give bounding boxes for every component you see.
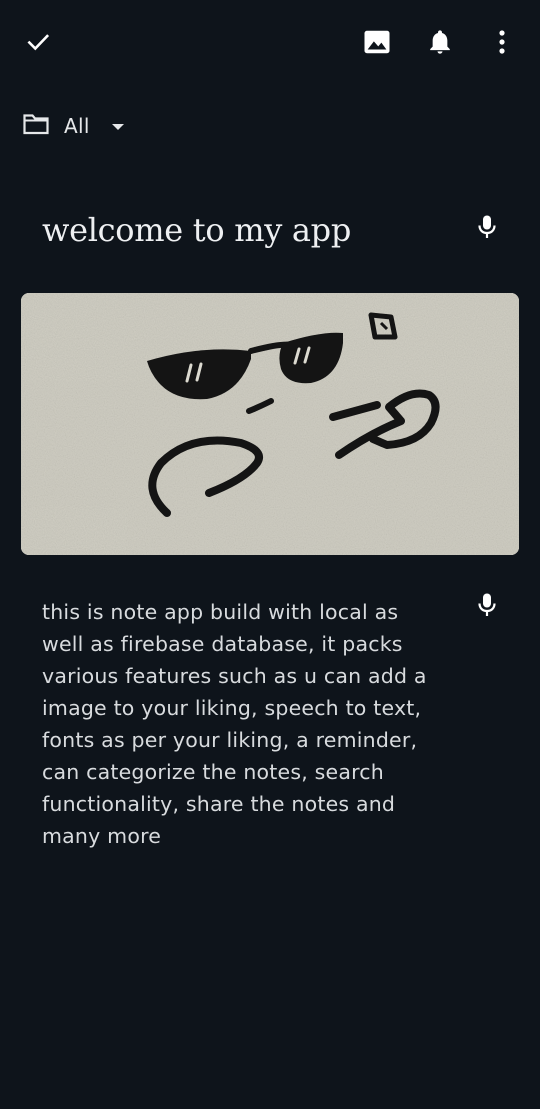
- body-mic-button[interactable]: [470, 590, 504, 624]
- folder-label: All: [64, 114, 90, 138]
- note-image[interactable]: [21, 293, 519, 555]
- folder-selector[interactable]: All: [22, 106, 126, 146]
- add-image-button[interactable]: [353, 18, 401, 66]
- title-mic-button[interactable]: [470, 212, 504, 246]
- note-body[interactable]: this is note app build with local as wel…: [42, 596, 462, 852]
- top-toolbar: [0, 0, 540, 86]
- more-options-button[interactable]: [478, 18, 526, 66]
- more-vert-icon: [490, 28, 514, 56]
- note-title[interactable]: welcome to my app: [42, 206, 442, 254]
- image-icon: [362, 27, 392, 57]
- folder-icon: [22, 112, 50, 140]
- bell-icon: [426, 28, 454, 56]
- caret-down-icon: [110, 117, 126, 136]
- mic-icon: [475, 592, 499, 622]
- mic-icon: [475, 214, 499, 244]
- done-button[interactable]: [14, 18, 62, 66]
- reminder-button[interactable]: [416, 18, 464, 66]
- check-icon: [25, 29, 51, 55]
- sketch-image: [21, 293, 519, 555]
